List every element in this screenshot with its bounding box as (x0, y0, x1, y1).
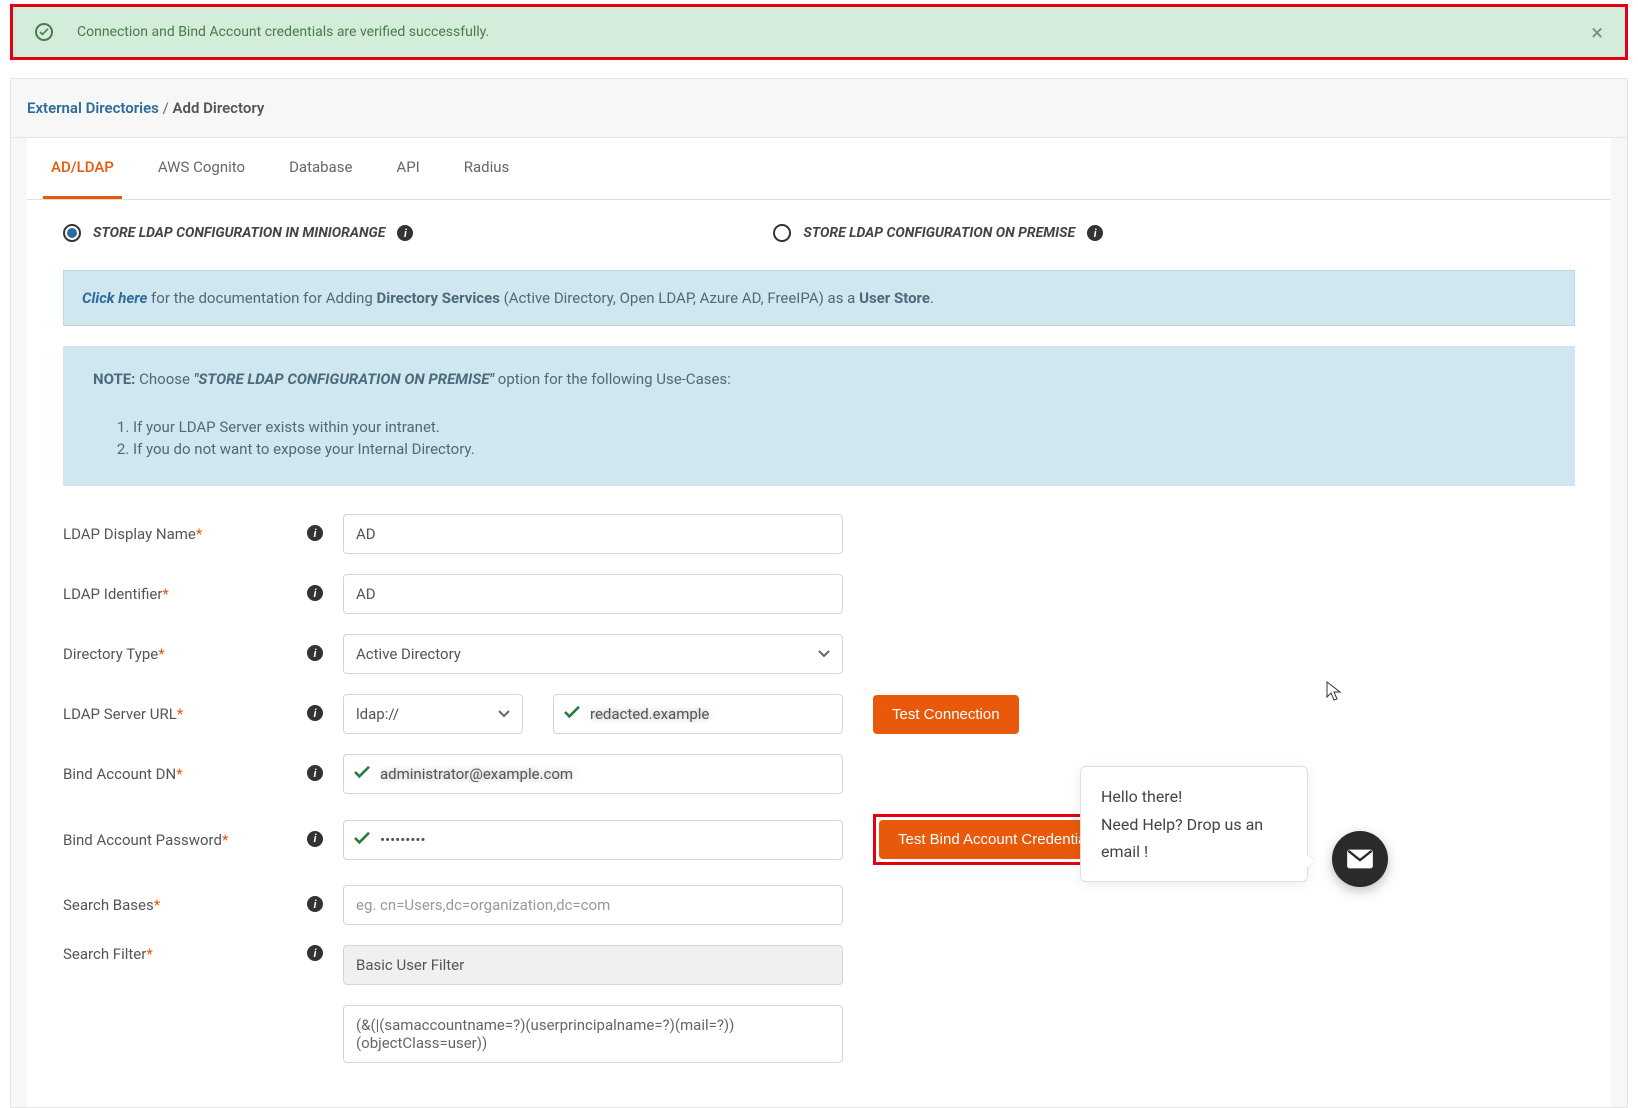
row-identifier: LDAP Identifier* i (63, 574, 1575, 614)
label-text: Bind Account DN (63, 765, 176, 783)
docbox-userstore: User Store (859, 289, 930, 307)
label-text: LDAP Display Name (63, 525, 196, 543)
mail-icon (1346, 848, 1374, 870)
success-alert: Connection and Bind Account credentials … (10, 4, 1628, 60)
label-text: Directory Type (63, 645, 158, 663)
check-icon (353, 831, 371, 849)
note-pre: Choose (135, 370, 193, 388)
close-icon[interactable]: × (1591, 23, 1603, 45)
tabs: AD/LDAP AWS Cognito Database API Radius (27, 138, 1611, 200)
chat-bubble: Hello there! Need Help? Drop us an email… (1080, 766, 1308, 882)
row-bind-dn: Bind Account DN* i (63, 754, 1575, 794)
info-icon[interactable]: i (307, 945, 323, 961)
label-server-url: LDAP Server URL* i (63, 705, 343, 723)
note-item-2: If you do not want to expose your Intern… (133, 440, 1545, 458)
storage-radio-group: STORE LDAP CONFIGURATION IN MINIORANGE i… (63, 224, 1575, 242)
docbox-text: for the documentation for Adding (147, 289, 376, 307)
breadcrumb-sep: / (163, 99, 169, 117)
note-post: option for the following Use-Cases: (494, 370, 731, 388)
tab-ad-ldap[interactable]: AD/LDAP (43, 138, 122, 199)
required-mark: * (222, 831, 228, 849)
check-icon (353, 765, 371, 783)
label-display-name: LDAP Display Name* i (63, 525, 343, 543)
bind-dn-input[interactable] (343, 754, 843, 794)
required-mark: * (196, 525, 202, 543)
info-icon[interactable]: i (307, 831, 323, 847)
radio-filled-icon (63, 224, 81, 242)
required-mark: * (158, 645, 164, 663)
tab-radius[interactable]: Radius (456, 138, 518, 199)
directory-type-select[interactable]: Active Directory (343, 634, 843, 674)
docbox-dirservices: Directory Services (377, 289, 500, 307)
row-search-filter: Search Filter* i Basic User Filter (&(|(… (63, 945, 1575, 1063)
info-icon[interactable]: i (307, 645, 323, 661)
radio-onpremise[interactable]: STORE LDAP CONFIGURATION ON PREMISE i (773, 224, 1103, 242)
tab-api[interactable]: API (388, 138, 427, 199)
required-mark: * (146, 945, 152, 963)
note-list: If your LDAP Server exists within your i… (133, 418, 1545, 458)
tab-aws-cognito[interactable]: AWS Cognito (150, 138, 253, 199)
label-text: Search Bases (63, 896, 154, 914)
bind-password-input[interactable] (343, 820, 843, 860)
info-icon[interactable]: i (1087, 225, 1103, 241)
chat-button[interactable] (1332, 831, 1388, 887)
ldap-identifier-input[interactable] (343, 574, 843, 614)
required-mark: * (162, 585, 168, 603)
row-display-name: LDAP Display Name* i (63, 514, 1575, 554)
tab-content: STORE LDAP CONFIGURATION IN MINIORANGE i… (27, 200, 1611, 1107)
server-url-input[interactable] (553, 694, 843, 734)
test-connection-button[interactable]: Test Connection (873, 695, 1019, 734)
label-text: LDAP Identifier (63, 585, 162, 603)
required-mark: * (177, 705, 183, 723)
label-search-bases: Search Bases* i (63, 896, 343, 914)
documentation-link-box: Click here for the documentation for Add… (63, 270, 1575, 326)
main-panel: External Directories / Add Directory AD/… (10, 78, 1628, 1108)
row-search-bases: Search Bases* i (63, 885, 1575, 925)
alert-message: Connection and Bind Account credentials … (77, 24, 489, 40)
tab-database[interactable]: Database (281, 138, 360, 199)
label-identifier: LDAP Identifier* i (63, 585, 343, 603)
mouse-cursor-icon (1326, 681, 1342, 701)
check-circle-icon (35, 23, 53, 41)
search-filter-select[interactable]: Basic User Filter (343, 945, 843, 985)
label-search-filter: Search Filter* i (63, 945, 343, 963)
note-item-1: If your LDAP Server exists within your i… (133, 418, 1545, 436)
label-text: Bind Account Password (63, 831, 222, 849)
label-text: LDAP Server URL (63, 705, 177, 723)
info-icon[interactable]: i (307, 896, 323, 912)
note-config-name: "STORE LDAP CONFIGURATION ON PREMISE" (194, 370, 494, 388)
required-mark: * (154, 896, 160, 914)
info-icon[interactable]: i (307, 765, 323, 781)
breadcrumb: External Directories / Add Directory (11, 79, 1627, 138)
click-here-link[interactable]: Click here (82, 289, 147, 307)
search-filter-expression: (&(|(samaccountname=?)(userprincipalname… (343, 1005, 843, 1063)
radio-miniorange[interactable]: STORE LDAP CONFIGURATION IN MINIORANGE i (63, 224, 413, 242)
radio-onpremise-label: STORE LDAP CONFIGURATION ON PREMISE (803, 225, 1075, 241)
label-directory-type: Directory Type* i (63, 645, 343, 663)
breadcrumb-parent[interactable]: External Directories (27, 99, 159, 117)
label-text: Search Filter (63, 945, 146, 963)
info-icon[interactable]: i (307, 525, 323, 541)
row-directory-type: Directory Type* i Active Directory (63, 634, 1575, 674)
search-bases-input[interactable] (343, 885, 843, 925)
check-icon (563, 705, 581, 723)
chat-line-2: Need Help? Drop us an email ! (1101, 811, 1287, 865)
label-bind-password: Bind Account Password* i (63, 831, 343, 849)
required-mark: * (176, 765, 182, 783)
info-icon[interactable]: i (307, 705, 323, 721)
label-bind-dn: Bind Account DN* i (63, 765, 343, 783)
info-icon[interactable]: i (307, 585, 323, 601)
note-label: NOTE: (93, 370, 135, 388)
chat-line-1: Hello there! (1101, 783, 1287, 810)
note-box: NOTE: Choose "STORE LDAP CONFIGURATION O… (63, 346, 1575, 486)
row-server-url: LDAP Server URL* i ldap:// Test Connecti… (63, 694, 1575, 734)
docbox-text3: . (930, 289, 934, 307)
radio-empty-icon (773, 224, 791, 242)
info-icon[interactable]: i (397, 225, 413, 241)
protocol-select[interactable]: ldap:// (343, 694, 523, 734)
breadcrumb-current: Add Directory (173, 99, 265, 117)
radio-miniorange-label: STORE LDAP CONFIGURATION IN MINIORANGE (93, 225, 385, 241)
ldap-display-name-input[interactable] (343, 514, 843, 554)
docbox-text2: (Active Directory, Open LDAP, Azure AD, … (500, 289, 859, 307)
